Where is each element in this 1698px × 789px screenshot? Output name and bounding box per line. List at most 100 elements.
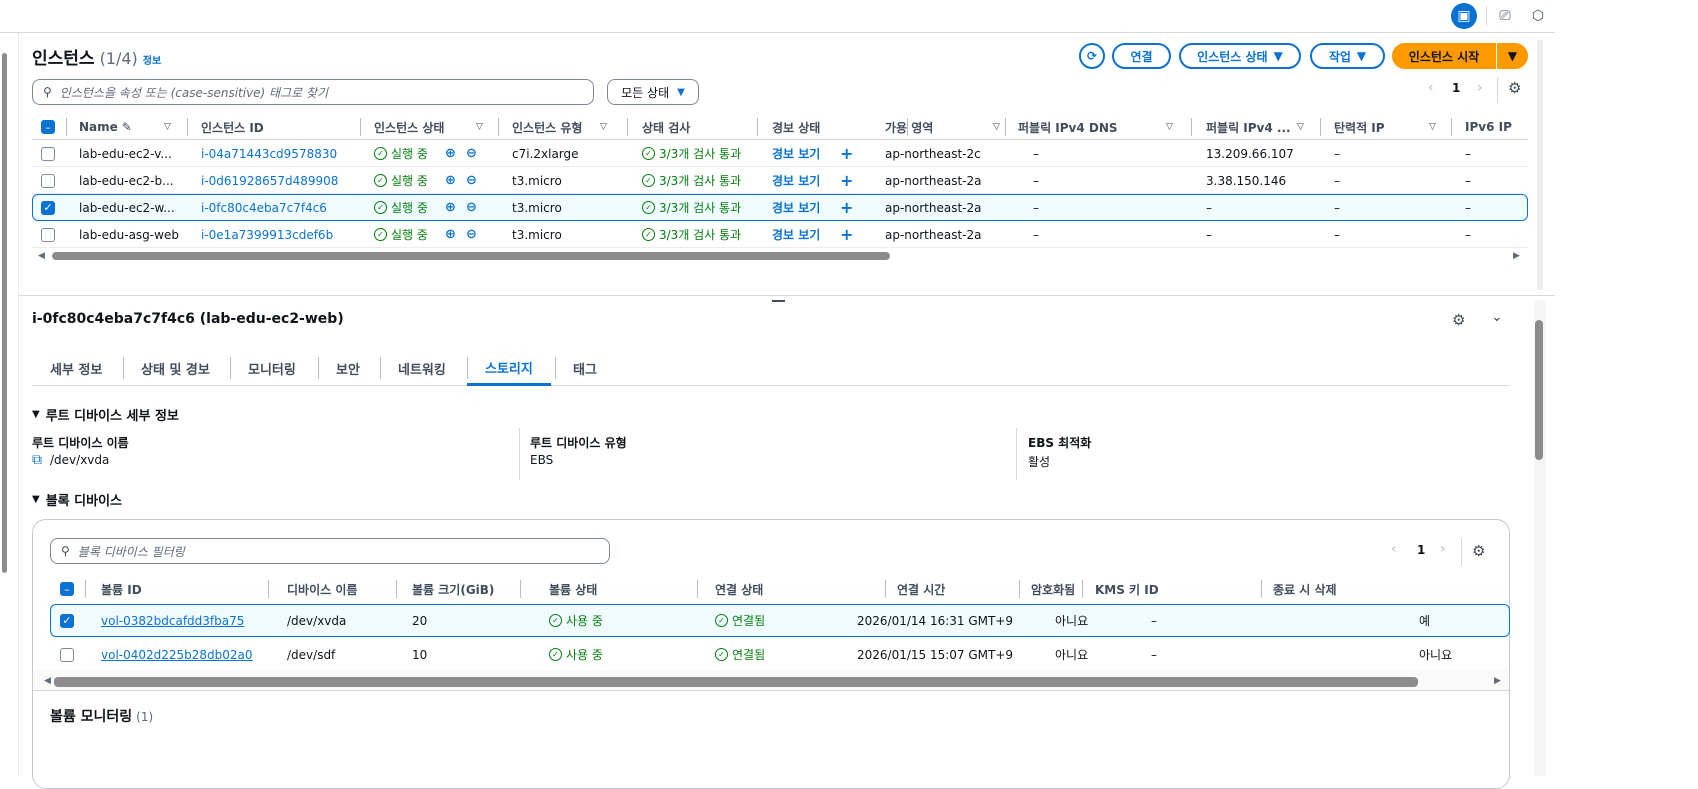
row-checkbox[interactable] — [41, 173, 55, 188]
sort-icon[interactable]: ▽ — [476, 115, 483, 139]
volume-row[interactable] — [50, 604, 1510, 637]
block-device-section-toggle[interactable]: ▼ 블록 디바이스 — [32, 490, 122, 509]
column-header-kms-key-id[interactable]: KMS 키 ID — [1095, 579, 1159, 599]
zoom-out-icon[interactable]: ⊖ — [466, 140, 477, 167]
info-link[interactable]: 정보 — [143, 52, 161, 67]
left-scrollbar[interactable] — [0, 33, 19, 776]
instance-id-link[interactable]: i-04a71443cd9578830 — [201, 140, 337, 167]
zoom-in-icon[interactable]: ⊕ — [445, 140, 456, 167]
instance-id-link[interactable]: i-0fc80c4eba7c7f4c6 — [201, 194, 327, 221]
volume-id-link[interactable]: vol-0382bdcafdd3fba75 — [101, 607, 244, 634]
sort-icon[interactable]: ▽ — [600, 115, 607, 139]
scroll-left-icon[interactable]: ◀ — [38, 251, 45, 261]
column-header-instance-state[interactable]: 인스턴스 상태 — [374, 115, 444, 139]
select-all-checkbox[interactable]: – — [41, 120, 55, 134]
sort-icon[interactable]: ▽ — [993, 115, 1000, 139]
refresh-button[interactable]: ⟳ — [1079, 43, 1105, 69]
zoom-out-icon[interactable]: ⊖ — [466, 221, 477, 248]
instance-state-button[interactable]: 인스턴스 상태 ▼ — [1179, 43, 1301, 69]
column-header-encrypted[interactable]: 암호화됨 — [1031, 579, 1075, 599]
column-header-instance-id[interactable]: 인스턴스 ID — [201, 115, 264, 139]
add-alarm-plus-icon[interactable]: + — [840, 140, 853, 167]
sort-icon[interactable]: ▽ — [1297, 115, 1304, 139]
zoom-in-icon[interactable]: ⊕ — [445, 194, 456, 221]
detail-vertical-scrollbar[interactable] — [1534, 300, 1546, 776]
add-alarm-plus-icon[interactable]: + — [840, 167, 853, 194]
column-header-volume-id[interactable]: 볼륨 ID — [101, 579, 142, 599]
add-alarm-plus-icon[interactable]: + — [840, 221, 853, 248]
scroll-right-icon[interactable]: ▶ — [1513, 251, 1520, 261]
column-header-public-dns[interactable]: 퍼블릭 IPv4 DNS — [1018, 115, 1118, 139]
block-horizontal-scrollbar[interactable] — [54, 677, 1418, 687]
volume-checkbox[interactable]: ✓ — [60, 613, 74, 628]
instance-id-link[interactable]: i-0e1a7399913cdef6b — [201, 221, 333, 248]
connect-button[interactable]: 연결 — [1112, 43, 1171, 69]
tab-networking[interactable]: 네트워킹 — [398, 351, 446, 385]
view-alarms-link[interactable]: 경보 보기 — [772, 167, 820, 194]
launch-instance-button[interactable]: 인스턴스 시작 — [1392, 43, 1496, 69]
next-page-icon[interactable]: › — [1440, 541, 1446, 557]
prev-page-icon[interactable]: ‹ — [1391, 541, 1397, 557]
column-header-volume-size[interactable]: 볼륨 크기(GiB) — [412, 579, 494, 599]
column-header-ipv6[interactable]: IPv6 IP — [1465, 115, 1512, 139]
instance-search-input[interactable]: ⚲ 인스턴스을 속성 또는 (case-sensitive) 태그로 찾기 — [32, 79, 594, 105]
volume-checkbox[interactable] — [60, 647, 74, 662]
volume-row[interactable] — [50, 638, 1510, 671]
block-device-filter-input[interactable]: ⚲ 블록 디바이스 필터링 — [50, 538, 610, 564]
tab-security[interactable]: 보안 — [336, 351, 360, 385]
column-header-volume-state[interactable]: 볼륨 상태 — [549, 579, 597, 599]
settings-hex-icon[interactable]: ⬡ — [1525, 3, 1551, 29]
horizontal-scrollbar[interactable] — [52, 252, 890, 260]
block-page-number[interactable]: 1 — [1417, 543, 1425, 557]
zoom-in-icon[interactable]: ⊕ — [445, 167, 456, 194]
page-number[interactable]: 1 — [1452, 81, 1460, 95]
actions-button[interactable]: 작업 ▼ — [1310, 43, 1385, 69]
sort-icon[interactable]: ▽ — [1166, 115, 1173, 139]
launch-dropdown-button[interactable]: ▼ — [1497, 43, 1528, 69]
column-header-instance-type[interactable]: 인스턴스 유형 — [512, 115, 582, 139]
root-device-section-toggle[interactable]: ▼ 루트 디바이스 세부 정보 — [32, 405, 179, 424]
view-alarms-link[interactable]: 경보 보기 — [772, 221, 820, 248]
add-alarm-plus-icon[interactable]: + — [840, 194, 853, 221]
instance-id-link[interactable]: i-0d61928657d489908 — [201, 167, 338, 194]
zoom-out-icon[interactable]: ⊖ — [466, 194, 477, 221]
view-alarms-link[interactable]: 경보 보기 — [772, 194, 820, 221]
sort-icon[interactable]: ▽ — [1429, 115, 1436, 139]
column-header-name[interactable]: Name ✎ — [79, 115, 132, 139]
row-checkbox[interactable] — [41, 227, 55, 242]
select-all-volumes-checkbox[interactable]: – — [60, 582, 74, 596]
panel-layout-icon[interactable]: ▣ — [1451, 3, 1477, 29]
zoom-in-icon[interactable]: ⊕ — [445, 221, 456, 248]
tab-tags[interactable]: 태그 — [573, 351, 597, 385]
tab-storage[interactable]: 스토리지 — [467, 351, 551, 386]
preferences-gear-icon[interactable]: ⚙ — [1508, 79, 1521, 97]
scroll-right-icon[interactable]: ▶ — [1494, 676, 1501, 686]
volume-id-link[interactable]: vol-0402d225b28db02a0 — [101, 641, 253, 668]
row-checkbox[interactable] — [41, 146, 55, 161]
prev-page-icon[interactable]: ‹ — [1428, 80, 1434, 96]
scroll-left-icon[interactable]: ◀ — [44, 676, 51, 686]
tab-details[interactable]: 세부 정보 — [50, 351, 102, 385]
copy-icon[interactable]: ⧉ — [32, 452, 42, 468]
column-header-device-name[interactable]: 디바이스 이름 — [287, 579, 357, 599]
collapse-chevron-icon[interactable]: ⌄ — [1491, 309, 1503, 325]
detail-gear-icon[interactable]: ⚙ — [1452, 311, 1465, 329]
resize-handle[interactable] — [772, 300, 785, 302]
column-header-status-check[interactable]: 상태 검사 — [642, 115, 690, 139]
tab-status-alarms[interactable]: 상태 및 경보 — [141, 351, 210, 385]
next-page-icon[interactable]: › — [1477, 80, 1483, 96]
block-preferences-gear-icon[interactable]: ⚙ — [1472, 542, 1485, 560]
zoom-out-icon[interactable]: ⊖ — [466, 167, 477, 194]
column-header-elastic-ip[interactable]: 탄력적 IP — [1334, 115, 1385, 139]
column-header-delete-on-termination[interactable]: 종료 시 삭제 — [1273, 579, 1337, 599]
row-checkbox[interactable]: ✓ — [41, 200, 55, 215]
view-alarms-link[interactable]: 경보 보기 — [772, 140, 820, 167]
sort-icon[interactable]: ▽ — [164, 115, 171, 139]
vertical-scrollbar[interactable] — [1537, 40, 1543, 290]
column-header-alarm-status[interactable]: 경보 상태 — [772, 115, 820, 139]
state-filter-select[interactable]: 모든 상태 ▼ — [607, 79, 699, 105]
column-header-public-ipv4[interactable]: 퍼블릭 IPv4 ... — [1206, 115, 1291, 139]
column-header-attach-state[interactable]: 연결 상태 — [715, 579, 763, 599]
column-header-availability-zone[interactable]: 가용 영역 — [885, 115, 933, 139]
tab-monitoring[interactable]: 모니터링 — [248, 351, 296, 385]
